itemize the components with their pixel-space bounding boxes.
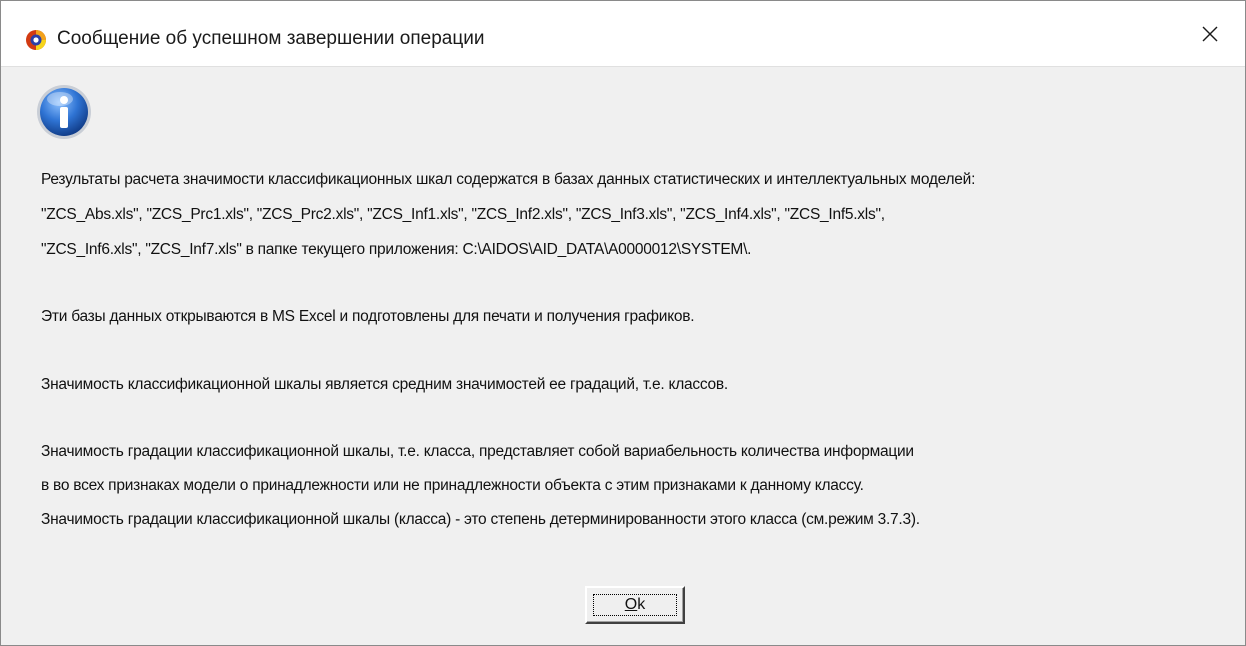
message-text-line: Эти базы данных открываются в MS Excel и…: [41, 308, 695, 325]
ok-mnemonic-letter: O: [624, 596, 638, 613]
message-text-line: "ZCS_Inf6.xls", "ZCS_Inf7.xls" в папке т…: [41, 241, 752, 258]
message-text-line: "ZCS_Abs.xls", "ZCS_Prc1.xls", "ZCS_Prc2…: [41, 206, 885, 223]
close-button[interactable]: [1175, 1, 1245, 66]
info-icon: [37, 85, 91, 139]
dialog-body: Результаты расчета значимости классифика…: [1, 67, 1245, 645]
ok-button[interactable]: Ok: [585, 586, 685, 624]
ok-label-rest: k: [637, 596, 646, 613]
ok-button-label: Ok: [625, 596, 645, 614]
message-text-line: Результаты расчета значимости классифика…: [41, 171, 976, 188]
message-text-line: Значимость градации классификационной шк…: [41, 443, 914, 460]
message-text-line: Значимость классификационной шкалы являе…: [41, 376, 728, 393]
close-icon: [1202, 26, 1218, 41]
message-text-line: в во всех признаках модели о принадлежно…: [41, 477, 864, 494]
window-title: Сообщение об успешном завершении операци…: [57, 28, 485, 49]
aidos-app-icon: [26, 30, 46, 50]
title-bar[interactable]: Сообщение об успешном завершении операци…: [1, 1, 1245, 67]
message-text-line: Значимость градации классификационной шк…: [41, 511, 920, 528]
message-dialog: Сообщение об успешном завершении операци…: [0, 0, 1246, 646]
